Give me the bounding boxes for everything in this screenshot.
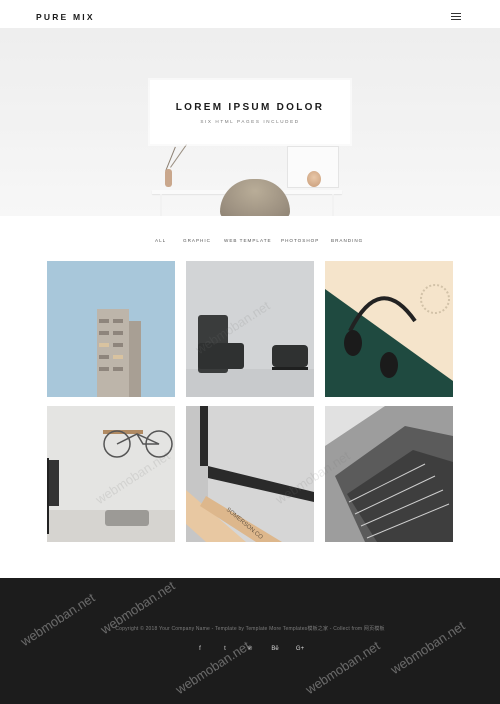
portfolio-item-building[interactable] [47,261,175,397]
filter-graphic[interactable]: GRAPHIC [183,238,211,243]
headphones-photo [325,284,453,397]
facebook-icon[interactable]: f [193,646,207,656]
armchair-photo [186,315,314,397]
pinterest-icon[interactable]: ℗ [243,646,257,656]
copyright-text: Copyright © 2018 Your Company Name - Tem… [115,626,385,632]
hamburger-menu-icon[interactable] [451,13,461,21]
site-footer: Copyright © 2018 Your Company Name - Tem… [0,578,500,704]
bicycle-room-photo [47,430,175,542]
top-navbar: PURE MIX [0,0,500,28]
lamp-image [307,171,321,187]
portfolio-item-armchair[interactable] [186,261,314,397]
portfolio-item-headphones[interactable] [325,261,453,397]
portfolio-item-wooden-stool[interactable]: SOMERSON.CO [186,406,314,542]
desk-leg [332,194,334,216]
hero-title: LOREM IPSUM DOLOR [175,102,325,113]
filter-web-template[interactable]: WEB TEMPLATE [224,238,272,243]
behance-icon[interactable]: Bē [268,646,282,656]
hero-subtitle: SIX HTML PAGES INCLUDED [200,119,300,124]
desk-leg [160,194,162,216]
portfolio-item-bicycle-room[interactable] [47,406,175,542]
hero-caption-card: LOREM IPSUM DOLOR SIX HTML PAGES INCLUDE… [150,80,350,144]
architecture-photo [325,406,453,542]
building-photo [97,309,141,397]
site-logo[interactable]: PURE MIX [36,12,95,22]
google-plus-icon[interactable]: G+ [293,646,307,656]
filter-photoshop[interactable]: PHOTOSHOP [281,238,319,243]
portfolio-item-architecture[interactable] [325,406,453,542]
plant-branch-image [170,144,187,168]
portfolio-filter-bar: ALL GRAPHIC WEB TEMPLATE PHOTOSHOP BRAND… [0,238,500,246]
filter-branding[interactable]: BRANDING [331,238,363,243]
vase-image [165,169,172,187]
chair-image [220,179,290,216]
twitter-icon[interactable]: t [218,646,232,656]
wooden-stool-photo: SOMERSON.CO [186,406,314,542]
hero-banner: LOREM IPSUM DOLOR SIX HTML PAGES INCLUDE… [0,28,500,216]
filter-all[interactable]: ALL [155,238,166,243]
